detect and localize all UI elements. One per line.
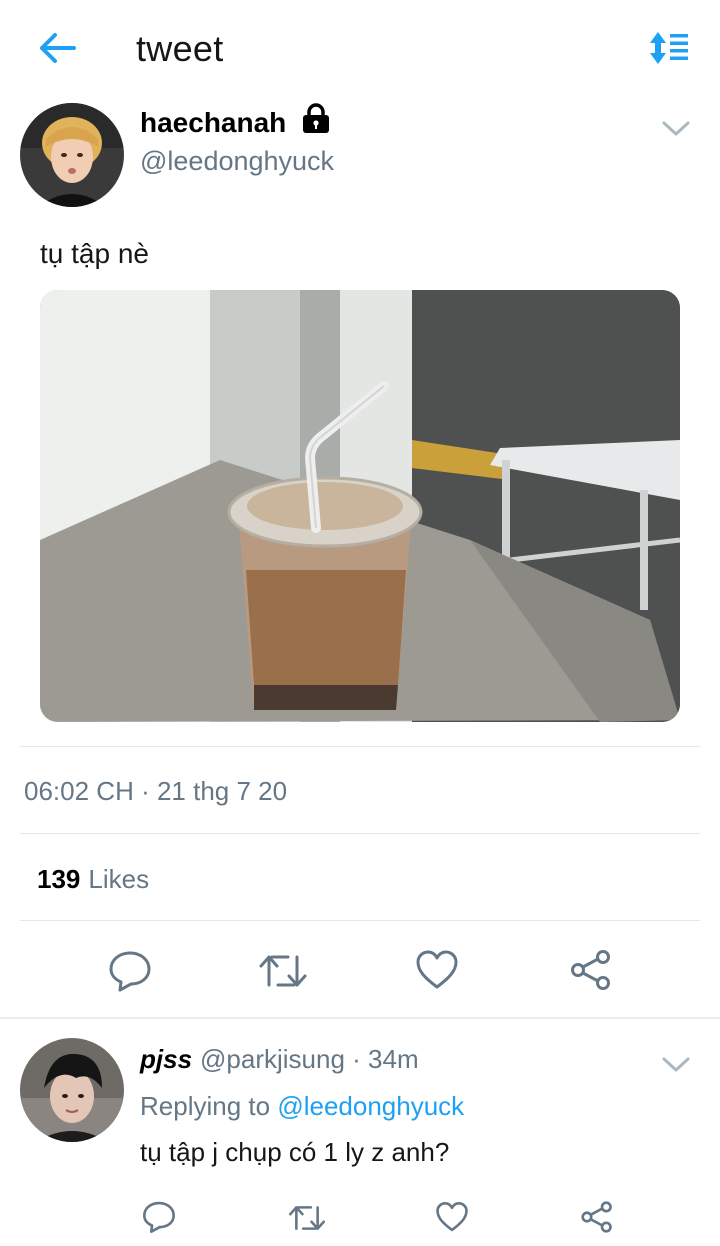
mention-link[interactable]: @leedonghyuck xyxy=(277,1091,464,1121)
lock-icon xyxy=(301,102,331,139)
reply-text: tụ tập j chụp có 1 ly z anh? xyxy=(140,1137,450,1167)
tweet-text: tụ tập nè xyxy=(40,238,149,269)
replying-to: Replying to @leedonghyuck xyxy=(140,1091,464,1122)
coffee-photo-illustration xyxy=(40,290,680,722)
reply-display-name[interactable]: pjss xyxy=(140,1044,192,1074)
back-arrow-icon[interactable] xyxy=(34,28,78,68)
tweet-timestamp: 06:02 CH · 21 thg 7 20 xyxy=(24,776,288,806)
display-name[interactable]: haechanah xyxy=(140,107,286,139)
replying-to-label: Replying to xyxy=(140,1091,271,1121)
username[interactable]: @leedonghyuck xyxy=(140,146,334,177)
app-header: tweet xyxy=(0,0,720,96)
avatar[interactable] xyxy=(20,1038,124,1142)
chevron-down-icon[interactable] xyxy=(660,1054,692,1074)
author-name-row: haechanah xyxy=(140,103,331,139)
section-divider xyxy=(0,1017,720,1019)
like-icon[interactable] xyxy=(415,949,459,991)
page-title: tweet xyxy=(136,28,224,69)
reply-header: pjss @parkjisung · 34m xyxy=(140,1044,419,1075)
divider xyxy=(20,920,700,921)
reply-icon[interactable] xyxy=(108,949,152,993)
reply-username[interactable]: @parkjisung xyxy=(200,1044,345,1074)
sort-icon[interactable] xyxy=(644,28,692,68)
avatar[interactable] xyxy=(20,103,124,207)
reply-icon[interactable] xyxy=(142,1200,176,1234)
share-icon[interactable] xyxy=(580,1200,614,1234)
divider xyxy=(20,746,700,747)
likes-count: 139 xyxy=(37,864,81,894)
reply-time: · 34m xyxy=(352,1044,419,1074)
likes-count-link[interactable]: 139 Likes xyxy=(37,864,149,895)
like-icon[interactable] xyxy=(435,1201,469,1233)
tweet-photo[interactable] xyxy=(40,290,680,722)
retweet-icon[interactable] xyxy=(258,951,308,991)
likes-label: Likes xyxy=(88,864,150,894)
divider xyxy=(20,833,700,834)
chevron-down-icon[interactable] xyxy=(660,118,692,138)
retweet-icon[interactable] xyxy=(288,1202,326,1234)
share-icon[interactable] xyxy=(569,948,613,992)
